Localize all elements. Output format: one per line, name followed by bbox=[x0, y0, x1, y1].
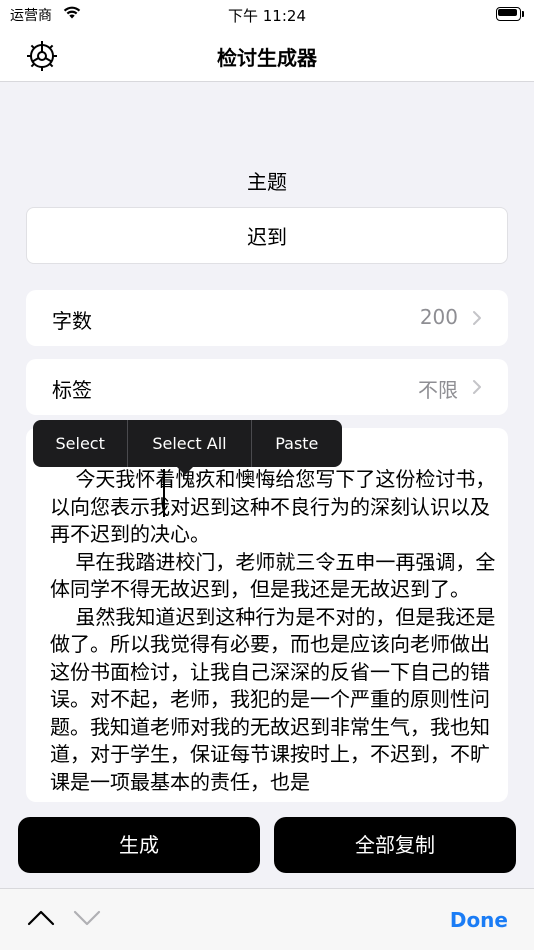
word-count-row[interactable]: 字数 200 bbox=[26, 290, 508, 346]
chevron-right-icon bbox=[473, 311, 481, 325]
generate-button[interactable]: 生成 bbox=[18, 817, 260, 873]
context-menu-arrow bbox=[177, 467, 193, 475]
word-count-label: 字数 bbox=[52, 309, 92, 333]
text-cursor bbox=[163, 469, 165, 517]
done-button[interactable]: Done bbox=[450, 908, 508, 932]
result-text-area[interactable]: 今天我怀着愧疚和懊悔给您写下了这份检讨书，以向您表示我对迟到这种不良行为的深刻认… bbox=[26, 428, 508, 802]
topic-input[interactable] bbox=[26, 207, 508, 264]
copy-all-button[interactable]: 全部复制 bbox=[274, 817, 516, 873]
menu-paste[interactable]: Paste bbox=[252, 420, 342, 467]
chevron-right-icon bbox=[473, 380, 481, 394]
chevron-down-icon[interactable] bbox=[72, 907, 102, 929]
battery-icon bbox=[496, 7, 524, 21]
nav-bar: 检讨生成器 bbox=[0, 28, 534, 82]
tag-label: 标签 bbox=[52, 378, 92, 402]
topic-label: 主题 bbox=[247, 170, 287, 194]
word-count-value: 200 bbox=[419, 305, 458, 329]
tag-value: 不限 bbox=[418, 378, 458, 402]
keyboard-accessory-bar: Done bbox=[0, 888, 534, 950]
menu-select-all[interactable]: Select All bbox=[128, 420, 250, 467]
page-title: 检讨生成器 bbox=[217, 46, 317, 70]
chevron-up-icon[interactable] bbox=[26, 907, 56, 929]
status-time: 下午 11:24 bbox=[228, 7, 306, 25]
menu-select[interactable]: Select bbox=[33, 420, 127, 467]
status-bar: 运营商 下午 11:24 bbox=[0, 0, 534, 28]
context-menu: Select Select All Paste bbox=[33, 420, 342, 467]
result-text: 今天我怀着愧疚和懊悔给您写下了这份检讨书，以向您表示我对迟到这种不良行为的深刻认… bbox=[50, 467, 496, 794]
tag-row[interactable]: 标签 不限 bbox=[26, 359, 508, 415]
